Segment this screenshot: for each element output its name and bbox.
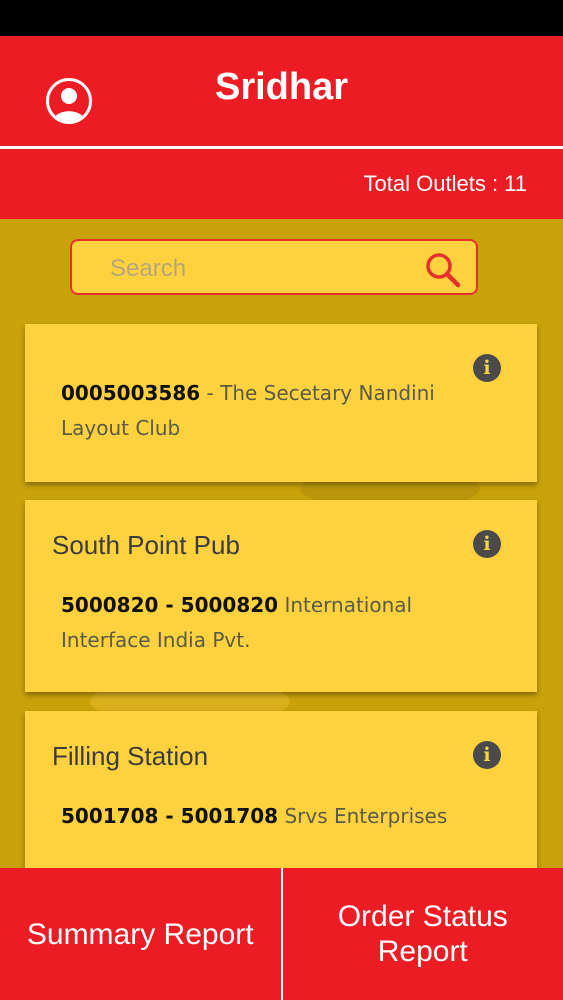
app-header: Sridhar [0, 36, 563, 146]
code-separator: - [200, 381, 221, 405]
outlet-details: 5000820 - 5000820 International Interfac… [61, 588, 461, 658]
info-icon[interactable]: i [473, 741, 501, 769]
code-separator: - [158, 804, 181, 828]
outlet-card[interactable]: i 0005003586 - The Secetary Nandini Layo… [25, 324, 537, 482]
order-status-report-button[interactable]: Order Status Report [283, 868, 563, 1000]
page-title: Sridhar [214, 66, 349, 108]
summary-report-button[interactable]: Summary Report [0, 868, 281, 1000]
outlet-code: 5001708 [61, 804, 159, 828]
status-bar [0, 0, 563, 36]
outlet-code: 0005003586 [61, 381, 201, 405]
outlet-description: Srvs Enterprises [284, 804, 448, 828]
outlet-name: Filling Station [52, 741, 209, 771]
outlet-code-secondary: 5001708 [180, 804, 279, 828]
outlet-name: South Point Pub [52, 530, 240, 560]
outlet-code-secondary: 5000820 [180, 593, 279, 617]
code-separator: - [158, 593, 181, 617]
outlet-count-bar: Total Outlets : 11 [0, 149, 563, 219]
outlet-card[interactable]: Filling Station i 5001708 - 5001708 Srvs… [25, 711, 537, 868]
outlet-code: 5000820 [61, 593, 159, 617]
info-icon[interactable]: i [473, 530, 501, 558]
bottom-action-bar: Summary Report Order Status Report [0, 868, 563, 1000]
info-icon[interactable]: i [473, 354, 501, 382]
outlet-details: 0005003586 - The Secetary Nandini Layout… [61, 376, 461, 446]
total-outlets-label: Total Outlets : 11 [363, 171, 527, 196]
outlet-card[interactable]: South Point Pub i 5000820 - 5000820 Inte… [25, 500, 537, 692]
outlet-list-area[interactable]: i 0005003586 - The Secetary Nandini Layo… [0, 219, 563, 868]
search-input[interactable] [108, 251, 412, 287]
outlet-details: 5001708 - 5001708 Srvs Enterprises [61, 799, 461, 834]
search-bar[interactable] [70, 239, 478, 295]
search-icon[interactable] [424, 251, 462, 289]
